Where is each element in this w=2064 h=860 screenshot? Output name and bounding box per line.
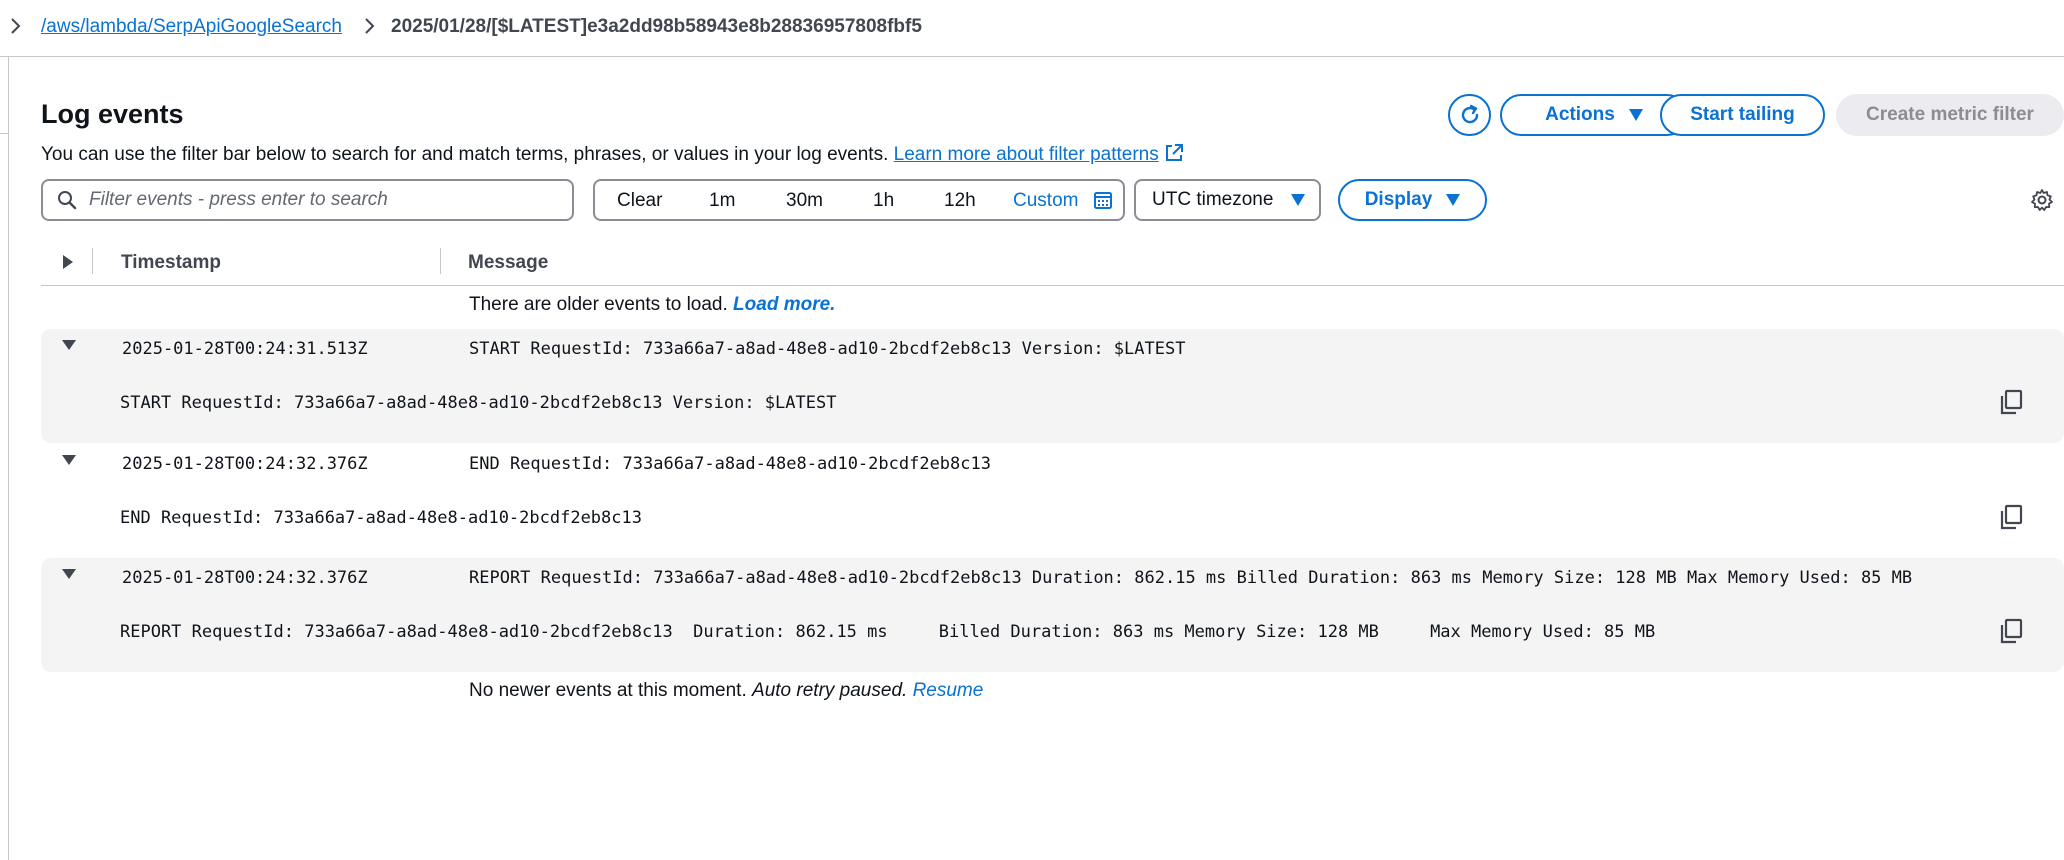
create-metric-filter-label: Create metric filter: [1866, 104, 2034, 125]
column-divider: [92, 248, 93, 274]
panel-divider-tick: [0, 133, 8, 134]
event-timestamp: 2025-01-28T00:24:32.376Z: [122, 568, 368, 588]
panel-divider: [8, 57, 9, 860]
caret-down-icon[interactable]: [61, 339, 77, 351]
newer-events-text: No newer events at this moment.: [469, 680, 747, 701]
timezone-value: UTC timezone: [1152, 189, 1274, 210]
column-header-message[interactable]: Message: [468, 252, 548, 274]
event-message: START RequestId: 733a66a7-a8ad-48e8-ad10…: [469, 339, 1186, 359]
caret-down-icon[interactable]: [61, 454, 77, 466]
log-event-row[interactable]: 2025-01-28T00:24:32.376Z REPORT RequestI…: [41, 558, 2064, 672]
caret-down-icon: [1628, 109, 1643, 121]
copy-icon[interactable]: [1999, 504, 2023, 530]
learn-more-label: Learn more about filter patterns: [893, 144, 1159, 165]
page-title: Log events: [41, 99, 184, 129]
event-timestamp: 2025-01-28T00:24:32.376Z: [122, 454, 368, 474]
chevron-right-icon[interactable]: [6, 14, 26, 38]
timezone-select[interactable]: UTC timezone: [1134, 179, 1321, 221]
event-timestamp: 2025-01-28T00:24:31.513Z: [122, 339, 368, 359]
older-events-notice: There are older events to load. Load mor…: [469, 294, 835, 316]
log-event-row[interactable]: 2025-01-28T00:24:32.376Z END RequestId: …: [41, 444, 2064, 558]
event-detail: REPORT RequestId: 733a66a7-a8ad-48e8-ad1…: [120, 622, 1656, 642]
range-option-30m[interactable]: 30m: [786, 190, 823, 212]
event-message: END RequestId: 733a66a7-a8ad-48e8-ad10-2…: [469, 454, 991, 474]
chevron-right-icon: [365, 18, 375, 34]
range-option-1h[interactable]: 1h: [873, 190, 894, 212]
start-tailing-label: Start tailing: [1690, 104, 1795, 125]
create-metric-filter-button: Create metric filter: [1836, 94, 2064, 136]
time-range-selector: Clear 1m 30m 1h 12h Custom: [593, 179, 1125, 221]
breadcrumb-log-stream: 2025/01/28/[$LATEST]e3a2dd98b58943e8b288…: [391, 16, 922, 37]
caret-down-icon: [1291, 194, 1306, 206]
range-custom-button[interactable]: Custom: [1013, 190, 1078, 212]
caret-down-icon[interactable]: [61, 568, 77, 580]
description-text: You can use the filter bar below to sear…: [41, 144, 889, 165]
range-option-1m[interactable]: 1m: [709, 190, 735, 212]
copy-icon[interactable]: [1999, 389, 2023, 415]
range-option-12h[interactable]: 12h: [944, 190, 976, 212]
breadcrumb-bar: /aws/lambda/SerpApiGoogleSearch 2025/01/…: [0, 0, 2064, 57]
range-clear-button[interactable]: Clear: [617, 190, 662, 212]
table-header: Timestamp Message: [41, 242, 2064, 286]
learn-more-link[interactable]: Learn more about filter patterns: [894, 144, 1184, 165]
calendar-icon[interactable]: [1093, 190, 1113, 210]
event-message: REPORT RequestId: 733a66a7-a8ad-48e8-ad1…: [469, 568, 1913, 588]
start-tailing-button[interactable]: Start tailing: [1660, 94, 1825, 136]
expand-all-icon[interactable]: [61, 253, 75, 271]
page-description: You can use the filter bar below to sear…: [41, 143, 1184, 166]
display-button[interactable]: Display: [1338, 179, 1487, 221]
breadcrumb-log-group-link[interactable]: /aws/lambda/SerpApiGoogleSearch: [41, 16, 342, 38]
display-label: Display: [1364, 189, 1433, 210]
refresh-button[interactable]: [1448, 94, 1491, 136]
refresh-icon: [1461, 104, 1478, 124]
log-event-row[interactable]: 2025-01-28T00:24:31.513Z START RequestId…: [41, 329, 2064, 443]
caret-down-icon: [1446, 194, 1461, 206]
event-detail: END RequestId: 733a66a7-a8ad-48e8-ad10-2…: [120, 508, 642, 528]
filter-search: [41, 179, 574, 221]
filter-events-input[interactable]: [89, 189, 559, 211]
search-icon: [58, 191, 77, 210]
load-more-link[interactable]: Load more.: [733, 294, 835, 315]
resume-link[interactable]: Resume: [913, 680, 984, 701]
event-detail: START RequestId: 733a66a7-a8ad-48e8-ad10…: [120, 393, 837, 413]
column-header-timestamp[interactable]: Timestamp: [121, 252, 221, 274]
copy-icon[interactable]: [1999, 618, 2023, 644]
older-events-text: There are older events to load.: [469, 294, 728, 315]
actions-label: Actions: [1545, 104, 1615, 125]
external-link-icon: [1165, 144, 1183, 161]
gear-icon[interactable]: [2030, 188, 2054, 212]
auto-retry-text: Auto retry paused.: [752, 680, 908, 701]
column-divider: [440, 248, 441, 274]
newer-events-notice: No newer events at this moment. Auto ret…: [469, 680, 983, 702]
